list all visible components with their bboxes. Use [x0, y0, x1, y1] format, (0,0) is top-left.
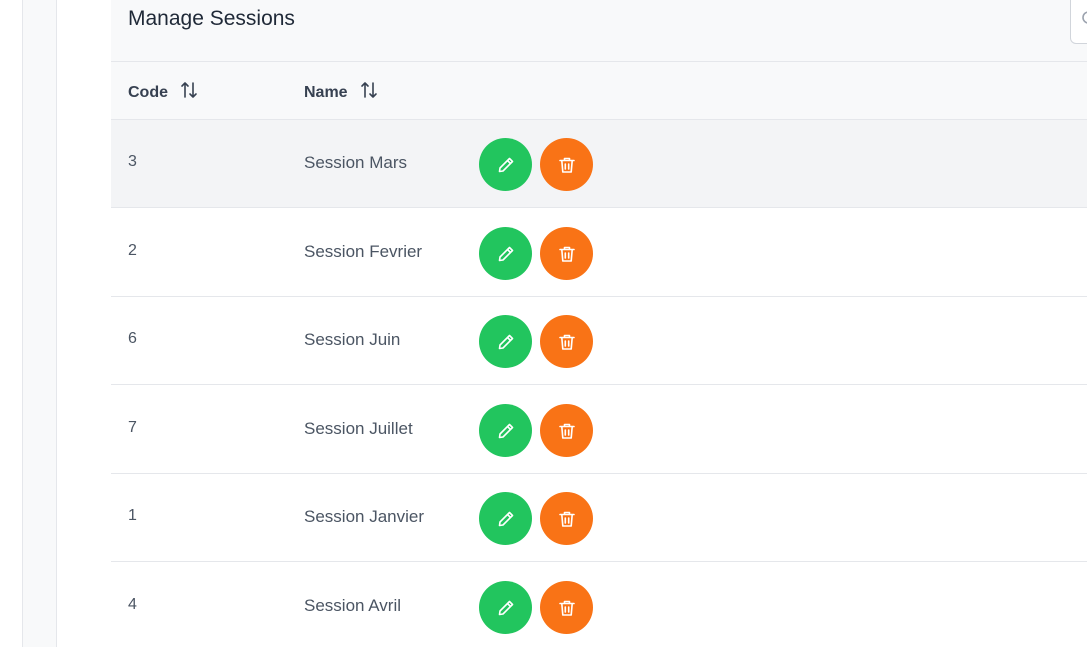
delete-button[interactable] — [540, 138, 593, 191]
edit-button[interactable] — [479, 404, 532, 457]
delete-button[interactable] — [540, 315, 593, 368]
pencil-icon — [496, 509, 516, 529]
trash-icon — [557, 509, 577, 529]
search-icon — [1082, 11, 1087, 24]
session-code: 7 — [128, 419, 137, 436]
table-row: 2 Session Fevrier — [111, 209, 1087, 297]
session-code: 4 — [128, 596, 137, 613]
session-code: 6 — [128, 330, 137, 347]
trash-icon — [557, 598, 577, 618]
trash-icon — [557, 244, 577, 264]
column-header-label: Name — [304, 83, 348, 101]
edit-button[interactable] — [479, 227, 532, 280]
table-row: 6 Session Juin — [111, 297, 1087, 385]
search-input[interactable] — [1070, 0, 1087, 44]
table-header: Code Name — [111, 62, 1087, 120]
page: Manage Sessions Code Name 3 Session Mars… — [0, 0, 1087, 647]
trash-icon — [557, 421, 577, 441]
trash-icon — [557, 332, 577, 352]
sessions-card: Manage Sessions Code Name 3 Session Mars… — [111, 0, 1087, 647]
edit-button[interactable] — [479, 315, 532, 368]
sort-icon[interactable] — [360, 81, 378, 104]
pencil-icon — [496, 421, 516, 441]
delete-button[interactable] — [540, 404, 593, 457]
session-code: 1 — [128, 507, 137, 524]
delete-button[interactable] — [540, 492, 593, 545]
pencil-icon — [496, 332, 516, 352]
pencil-icon — [496, 244, 516, 264]
session-name: Session Janvier — [304, 507, 425, 526]
sort-icon[interactable] — [180, 81, 198, 104]
pencil-icon — [496, 598, 516, 618]
session-name: Session Juin — [304, 330, 401, 349]
table-row: 7 Session Juillet — [111, 386, 1087, 474]
edit-button[interactable] — [479, 581, 532, 634]
session-name: Session Avril — [304, 596, 402, 615]
session-name: Session Fevrier — [304, 242, 423, 261]
side-strip — [0, 0, 22, 647]
table-row: 1 Session Janvier — [111, 474, 1087, 562]
sidebar-gutter — [22, 0, 57, 647]
pencil-icon — [496, 155, 516, 175]
session-code: 2 — [128, 242, 137, 259]
table-row: 3 Session Mars — [111, 120, 1087, 208]
table-row: 4 Session Avril — [111, 563, 1087, 647]
session-name: Session Juillet — [304, 419, 413, 438]
delete-button[interactable] — [540, 581, 593, 634]
session-code: 3 — [128, 153, 137, 170]
column-header-code[interactable]: Code — [128, 81, 198, 104]
session-name: Session Mars — [304, 153, 407, 172]
delete-button[interactable] — [540, 227, 593, 280]
column-header-label: Code — [128, 83, 168, 101]
page-title: Manage Sessions — [128, 7, 295, 30]
column-header-name[interactable]: Name — [304, 81, 378, 104]
edit-button[interactable] — [479, 138, 532, 191]
card-header: Manage Sessions — [111, 0, 1087, 62]
trash-icon — [557, 155, 577, 175]
edit-button[interactable] — [479, 492, 532, 545]
